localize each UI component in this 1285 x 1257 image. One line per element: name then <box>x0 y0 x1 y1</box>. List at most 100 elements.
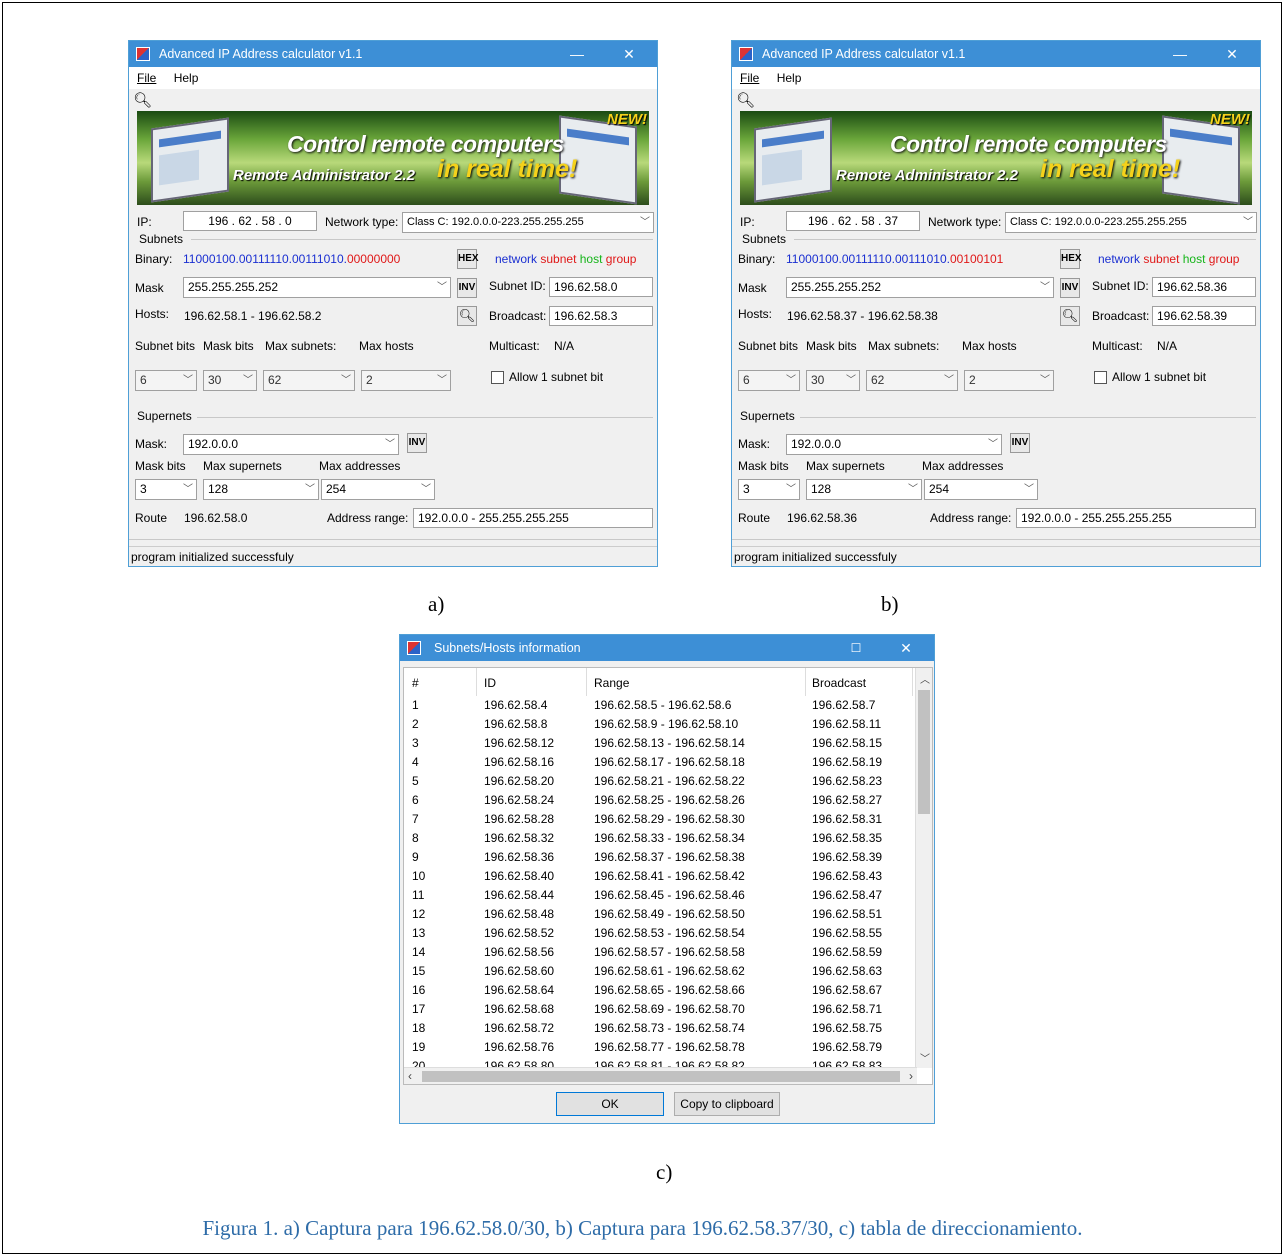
scroll-left-icon[interactable]: ‹ <box>408 1069 412 1083</box>
mask-bits-select[interactable]: 30 ﹀ <box>203 370 257 391</box>
title-bar[interactable]: Advanced IP Address calculator v1.1 — ✕ <box>732 41 1260 67</box>
table-row[interactable]: 14 196.62.58.56 196.62.58.57 - 196.62.58.5… <box>404 943 919 962</box>
copy-to-clipboard-button[interactable]: Copy to clipboard <box>674 1092 780 1116</box>
table-row[interactable]: 9 196.62.58.36 196.62.58.37 - 196.62.58.38… <box>404 848 919 867</box>
route-field[interactable]: 196.62.58.0 <box>179 508 323 528</box>
allow-subnet-bit-checkbox[interactable] <box>491 371 504 384</box>
row-id: 196.62.58.76 <box>484 1040 555 1054</box>
max-hosts-select[interactable]: 2 ﹀ <box>361 370 451 391</box>
network-type-select[interactable]: Class C: 192.0.0.0-223.255.255.255 ﹀ <box>402 212 654 233</box>
table-row[interactable]: 15 196.62.58.60 196.62.58.61 - 196.62.58.6… <box>404 962 919 981</box>
row-broadcast: 196.62.58.51 <box>812 907 883 921</box>
table-row[interactable]: 11 196.62.58.44 196.62.58.45 - 196.62.58.4… <box>404 886 919 905</box>
hex-button[interactable]: HEX <box>1060 249 1082 269</box>
allow-subnet-bit-checkbox[interactable] <box>1094 371 1107 384</box>
table-row[interactable]: 17 196.62.58.68 196.62.58.69 - 196.62.58.7… <box>404 1000 919 1019</box>
table-row[interactable]: 5 196.62.58.20 196.62.58.21 - 196.62.58.22… <box>404 772 919 791</box>
max-addresses-select[interactable]: 254 ﹀ <box>321 479 435 500</box>
title-bar[interactable]: Subnets/Hosts information ☐ ✕ <box>400 635 934 661</box>
caption-b: b) <box>881 592 899 616</box>
multicast-field[interactable]: N/A <box>549 336 653 356</box>
close-icon[interactable]: ✕ <box>1210 41 1254 67</box>
ad-banner[interactable]: Control remote computers Remote Administ… <box>740 111 1252 205</box>
scroll-thumb[interactable] <box>422 1071 900 1082</box>
hex-button[interactable]: HEX <box>457 249 479 269</box>
table-row[interactable]: 8 196.62.58.32 196.62.58.33 - 196.62.58.34… <box>404 829 919 848</box>
table-row[interactable]: 10 196.62.58.40 196.62.58.41 - 196.62.58.4… <box>404 867 919 886</box>
search-icon[interactable]: 🔍︎ <box>1060 306 1080 326</box>
scroll-right-icon[interactable]: › <box>909 1069 913 1083</box>
inv-button[interactable]: INV <box>1060 278 1080 298</box>
address-range-field[interactable]: 192.0.0.0 - 255.255.255.255 <box>413 508 653 528</box>
max-supernets-select[interactable]: 128 ﹀ <box>806 479 922 500</box>
scroll-thumb[interactable] <box>918 690 930 814</box>
mask-bits-select[interactable]: 30 ﹀ <box>806 370 860 391</box>
hosts-field[interactable]: 196.62.58.37 - 196.62.58.38 <box>782 306 1054 326</box>
super-mask-select[interactable]: 192.0.0.0 ﹀ <box>786 434 1002 455</box>
close-icon[interactable]: ✕ <box>607 41 651 67</box>
super-inv-button[interactable]: INV <box>407 433 427 453</box>
table-row[interactable]: 13 196.62.58.52 196.62.58.53 - 196.62.58.5… <box>404 924 919 943</box>
max-supernets-select[interactable]: 128 ﹀ <box>203 479 319 500</box>
address-range-field[interactable]: 192.0.0.0 - 255.255.255.255 <box>1016 508 1256 528</box>
max-subnets-select[interactable]: 62 ﹀ <box>263 370 355 391</box>
menu-help[interactable]: Help <box>174 71 199 85</box>
title-bar[interactable]: Advanced IP Address calculator v1.1 — ✕ <box>129 41 657 67</box>
search-icon[interactable]: 🔍︎ <box>457 306 477 326</box>
scroll-up-icon[interactable]: ︿ <box>920 671 930 686</box>
ok-button[interactable]: OK <box>556 1092 664 1116</box>
max-addresses-select[interactable]: 254 ﹀ <box>924 479 1038 500</box>
table-row[interactable]: 6 196.62.58.24 196.62.58.25 - 196.62.58.26… <box>404 791 919 810</box>
subnets-table[interactable]: # ID Range Broadcast 1 196.62.58.4 196.62.… <box>403 667 933 1085</box>
col-header-range[interactable]: Range <box>594 672 629 694</box>
hosts-field[interactable]: 196.62.58.1 - 196.62.58.2 <box>179 306 451 326</box>
multicast-field[interactable]: N/A <box>1152 336 1256 356</box>
table-row[interactable]: 4 196.62.58.16 196.62.58.17 - 196.62.58.18… <box>404 753 919 772</box>
supernets-label: Supernets <box>740 409 795 423</box>
broadcast-field[interactable]: 196.62.58.39 <box>1152 306 1256 326</box>
table-row[interactable]: 7 196.62.58.28 196.62.58.29 - 196.62.58.30… <box>404 810 919 829</box>
horizontal-scrollbar[interactable]: ‹ › <box>404 1067 917 1084</box>
search-icon[interactable]: 🔍︎ <box>736 91 755 109</box>
vertical-scrollbar[interactable]: ︿ ﹀ <box>915 668 932 1068</box>
ip-input[interactable]: 196 . 62 . 58 . 0 <box>183 211 317 231</box>
super-mask-bits-select[interactable]: 3 ﹀ <box>738 479 800 500</box>
col-header-id[interactable]: ID <box>484 672 496 694</box>
route-field[interactable]: 196.62.58.36 <box>782 508 926 528</box>
table-row[interactable]: 19 196.62.58.76 196.62.58.77 - 196.62.58.7… <box>404 1038 919 1057</box>
col-header-num[interactable]: # <box>412 672 419 694</box>
table-row[interactable]: 18 196.62.58.72 196.62.58.73 - 196.62.58.7… <box>404 1019 919 1038</box>
search-icon[interactable]: 🔍︎ <box>133 91 152 109</box>
super-mask-bits-select[interactable]: 3 ﹀ <box>135 479 197 500</box>
table-row[interactable]: 1 196.62.58.4 196.62.58.5 - 196.62.58.6 196… <box>404 696 919 715</box>
mask-select[interactable]: 255.255.255.252 ﹀ <box>183 277 451 298</box>
menu-file[interactable]: File <box>137 71 156 85</box>
subnet-bits-select[interactable]: 6 ﹀ <box>738 370 800 391</box>
minimize-icon[interactable]: — <box>555 41 599 67</box>
mask-select[interactable]: 255.255.255.252 ﹀ <box>786 277 1054 298</box>
close-icon[interactable]: ✕ <box>884 635 928 661</box>
row-range: 196.62.58.77 - 196.62.58.78 <box>594 1040 745 1054</box>
table-row[interactable]: 2 196.62.58.8 196.62.58.9 - 196.62.58.10 19… <box>404 715 919 734</box>
inv-button[interactable]: INV <box>457 278 477 298</box>
super-inv-button[interactable]: INV <box>1010 433 1030 453</box>
subnet-id-field[interactable]: 196.62.58.36 <box>1152 277 1256 297</box>
ip-input[interactable]: 196 . 62 . 58 . 37 <box>786 211 920 231</box>
max-subnets-select[interactable]: 62 ﹀ <box>866 370 958 391</box>
broadcast-field[interactable]: 196.62.58.3 <box>549 306 653 326</box>
col-header-broadcast[interactable]: Broadcast <box>812 672 866 694</box>
network-type-select[interactable]: Class C: 192.0.0.0-223.255.255.255 ﹀ <box>1005 212 1257 233</box>
maximize-icon[interactable]: ☐ <box>834 635 878 661</box>
scroll-down-icon[interactable]: ﹀ <box>920 1050 930 1065</box>
super-mask-select[interactable]: 192.0.0.0 ﹀ <box>183 434 399 455</box>
subnet-bits-select[interactable]: 6 ﹀ <box>135 370 197 391</box>
max-hosts-select[interactable]: 2 ﹀ <box>964 370 1054 391</box>
minimize-icon[interactable]: — <box>1158 41 1202 67</box>
menu-file[interactable]: File <box>740 71 759 85</box>
subnet-id-field[interactable]: 196.62.58.0 <box>549 277 653 297</box>
menu-help[interactable]: Help <box>777 71 802 85</box>
table-row[interactable]: 3 196.62.58.12 196.62.58.13 - 196.62.58.14… <box>404 734 919 753</box>
table-row[interactable]: 16 196.62.58.64 196.62.58.65 - 196.62.58.6… <box>404 981 919 1000</box>
ad-banner[interactable]: Control remote computers Remote Administ… <box>137 111 649 205</box>
table-row[interactable]: 12 196.62.58.48 196.62.58.49 - 196.62.58.5… <box>404 905 919 924</box>
